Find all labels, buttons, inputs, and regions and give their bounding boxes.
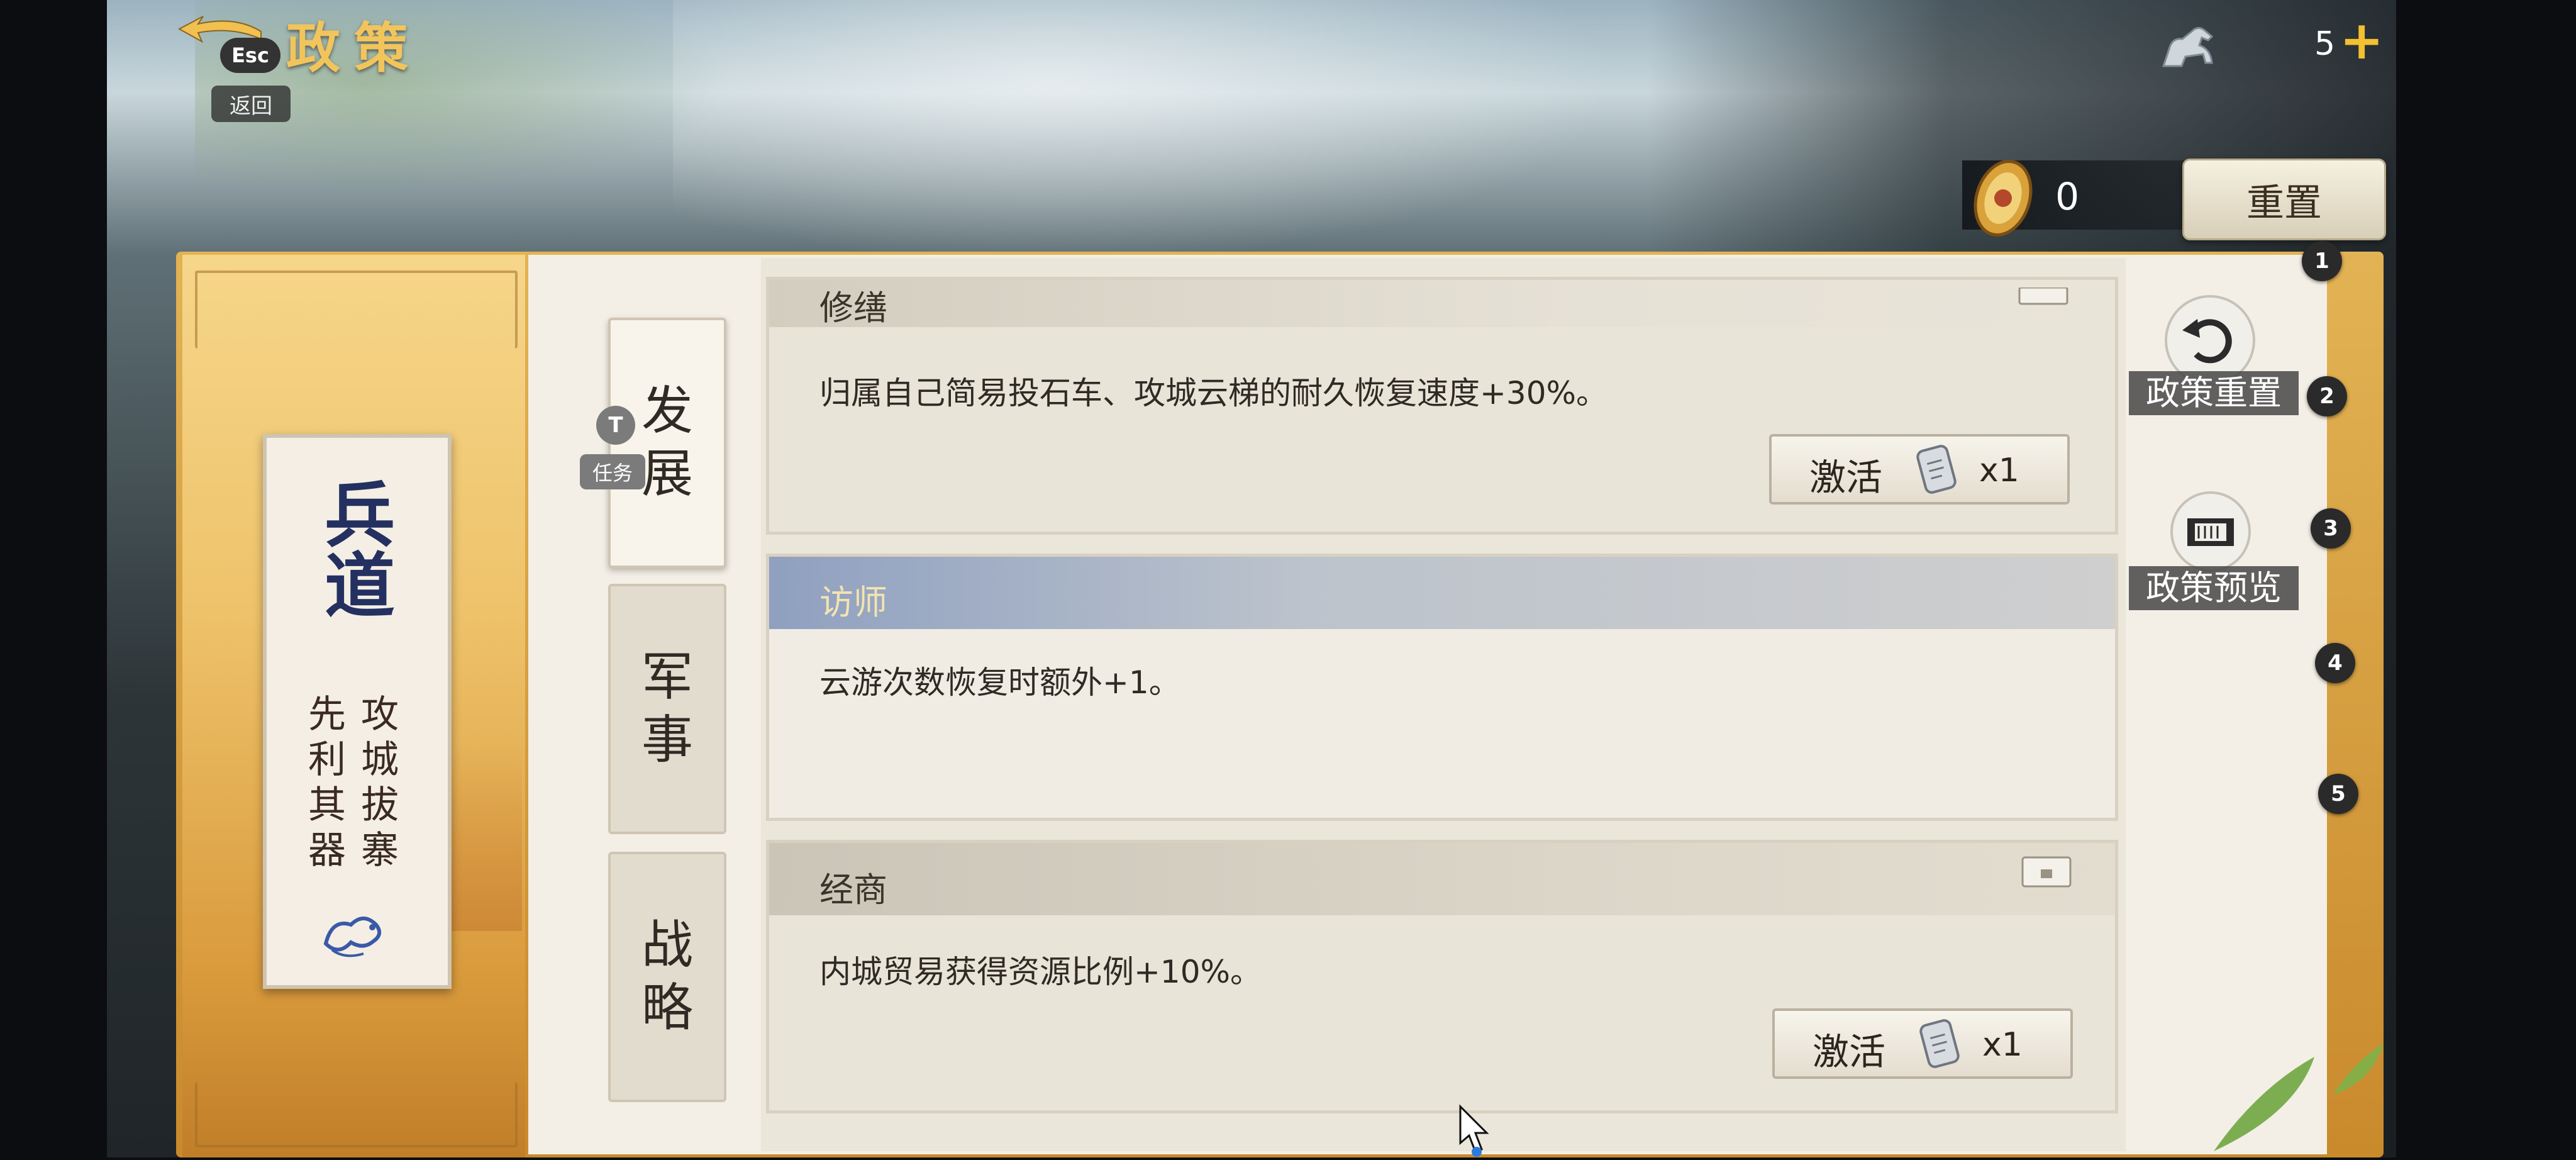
tab-military[interactable]: 军事 bbox=[608, 584, 726, 834]
policy-token-icon bbox=[1968, 154, 2038, 242]
activate-label: 激活 bbox=[1809, 456, 1883, 499]
policy-title: 访师 bbox=[819, 583, 887, 622]
scroll-token-icon bbox=[1913, 1017, 1966, 1070]
tab-develop[interactable]: 发展 bbox=[608, 318, 726, 568]
tab-hotkey-label: 任务 bbox=[580, 454, 645, 489]
policy-tag-icon bbox=[2021, 856, 2072, 888]
page-number-1[interactable]: 1 bbox=[2302, 241, 2342, 281]
motto-right: 攻城拔寨 bbox=[361, 693, 399, 873]
policy-title: 修缮 bbox=[819, 288, 887, 328]
decorative-border-top bbox=[195, 270, 518, 349]
policy-card: 修缮 归属自己简易投石车、攻城云梯的耐久恢复速度+30%。 激活 x1 bbox=[766, 277, 2118, 535]
policy-card: 经商 内城贸易获得资源比例+10%。 激活 x1 bbox=[766, 840, 2118, 1113]
activate-button[interactable]: 激活 x1 bbox=[1772, 1008, 2073, 1079]
policy-token-count: 0 bbox=[2055, 175, 2080, 219]
esc-key-badge[interactable]: Esc bbox=[220, 38, 280, 73]
dragon-seal-icon bbox=[313, 900, 394, 962]
policy-preview-icon[interactable] bbox=[2170, 491, 2251, 572]
motto-left: 先利其器 bbox=[308, 693, 346, 873]
activate-button[interactable]: 激活 x1 bbox=[1769, 434, 2070, 505]
tab-military-label: 军事 bbox=[641, 647, 693, 770]
policy-title: 经商 bbox=[819, 870, 887, 910]
policy-card-selected[interactable]: 访师 云游次数恢复时额外+1。 bbox=[766, 554, 2118, 821]
policy-description: 归属自己简易投石车、攻城云梯的耐久恢复速度+30%。 bbox=[819, 375, 1608, 411]
horse-icon bbox=[2154, 19, 2223, 75]
category-calligraphy-title: 兵道 bbox=[263, 478, 444, 619]
tab-strategy[interactable]: 战略 bbox=[608, 852, 726, 1102]
policy-preview-button[interactable]: 政策预览 bbox=[2129, 566, 2299, 610]
page-number-2[interactable]: 2 bbox=[2307, 376, 2347, 416]
reset-button[interactable]: 重置 bbox=[2182, 159, 2386, 240]
policy-reset-button[interactable]: 政策重置 bbox=[2129, 371, 2299, 415]
back-button[interactable]: 返回 bbox=[211, 86, 291, 122]
tab-hotkey-badge: T bbox=[596, 406, 635, 445]
mouse-cursor-icon bbox=[1458, 1104, 1496, 1157]
add-currency-button[interactable]: + bbox=[2340, 14, 2384, 67]
tab-strategy-label: 战略 bbox=[641, 915, 693, 1038]
activate-cost: x1 bbox=[1979, 452, 2019, 489]
currency-count: 5 bbox=[2314, 25, 2336, 63]
policy-tag-icon bbox=[2018, 286, 2069, 306]
tab-develop-label: 发展 bbox=[641, 381, 693, 504]
activate-label: 激活 bbox=[1813, 1030, 1886, 1073]
policy-card-header: 经商 bbox=[769, 843, 2115, 915]
page-number-3[interactable]: 3 bbox=[2311, 508, 2351, 549]
calligraphy-text: 兵道 bbox=[313, 478, 395, 619]
decorative-border-bottom bbox=[195, 1082, 518, 1147]
scroll-token-icon bbox=[1910, 443, 1963, 496]
page-number-4[interactable]: 4 bbox=[2315, 643, 2355, 683]
page-title: 政策 bbox=[286, 16, 422, 80]
policy-card-header: 修缮 bbox=[769, 280, 2115, 328]
leaf-decoration bbox=[2201, 1019, 2390, 1157]
background-light bbox=[673, 0, 1616, 264]
page-number-5[interactable]: 5 bbox=[2318, 774, 2358, 814]
activate-cost: x1 bbox=[1982, 1026, 2023, 1064]
policy-description: 内城贸易获得资源比例+10%。 bbox=[819, 954, 1262, 990]
policy-description: 云游次数恢复时额外+1。 bbox=[819, 664, 1180, 701]
policy-card-header: 访师 bbox=[769, 557, 2115, 629]
